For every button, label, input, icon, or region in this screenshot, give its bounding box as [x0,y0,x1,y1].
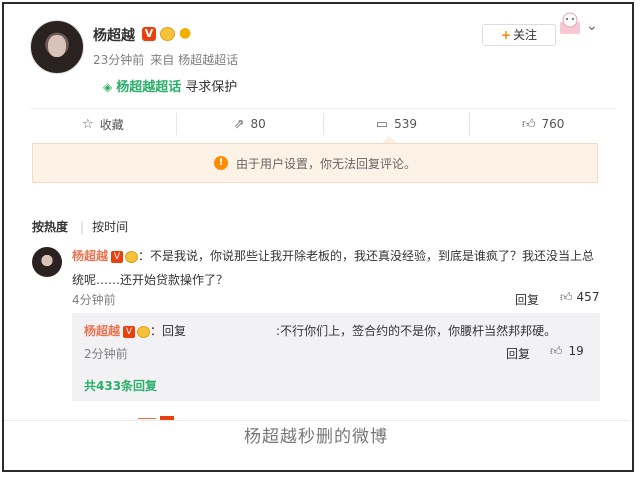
sort-time-tab[interactable]: 按时间 [92,220,128,234]
verified-v-icon: V [142,27,156,41]
thumbs-up-icon: 👍︎ [560,290,573,304]
reply-body: :不行你们上，签合约的不是你，你腰杆当然邦邦硬。 [276,324,557,338]
reply-username[interactable]: 杨超越 [84,324,120,338]
more-replies-link[interactable]: 共433条回复 [84,377,157,394]
diamond-icon: ◈ [103,80,113,94]
reply-prefix: ：回复 [150,324,187,338]
comment-body: ：不是我说，你说那些让我开除老板的，我还真没经验，到底是谁疯了？我还没当上总统呢… [72,249,595,287]
post-username[interactable]: 杨超越 [93,25,135,45]
sort-tabs: 按热度 | 按时间 [32,218,140,235]
like-button[interactable]: 👍︎ 760 [470,113,616,135]
like-count: 760 [541,117,565,131]
comment-avatar[interactable] [32,247,62,277]
nested-reply: 杨超越 V ：回复:不行你们上，签合约的不是你，你腰杆当然邦邦硬。 2分钟前 回复 … [72,313,600,401]
avatar[interactable] [30,20,84,74]
supertopic-link[interactable]: 杨超越超话 [116,80,181,95]
reply-reply-button[interactable]: 回复 [506,345,530,362]
follow-button[interactable]: + 关注 [482,24,556,46]
thumbs-up-icon: 👍︎ [550,344,563,358]
tab-caret [382,136,396,143]
divider: | [80,220,85,234]
chevron-down-icon[interactable]: ⌄ [586,18,598,34]
reply-like-button[interactable]: 👍︎ 19 [550,344,584,359]
comment-button[interactable]: ▭ 539 [324,113,471,135]
cartoon-decoration-icon [560,12,580,34]
notice-banner: ! 由于用户设置，你无法回复评论。 [32,143,598,183]
reply-time: 2分钟前 [84,347,128,361]
supertopic-line: ◈ 杨超越超话 寻求保护 [103,76,237,95]
repost-icon: ⇗ [233,116,245,132]
comment-count: 539 [394,117,417,131]
caption-divider [4,420,630,421]
reply-text: 杨超越 V ：回复 :不行你们上，签合约的不是你，你腰杆当然邦邦硬。 [84,322,556,339]
post-meta: 23分钟前 来自 杨超越超话 [93,51,238,68]
bulb-icon: ● [179,25,192,41]
thumbs-up-icon: 👍︎ [521,116,536,132]
comment-like-count: 457 [576,290,600,304]
cropped-name-fragment [138,418,156,419]
follow-label: 关注 [513,28,538,42]
star-icon: ☆ [82,116,94,132]
repost-button[interactable]: ⇗ 80 [177,113,324,135]
repost-count: 80 [250,117,266,131]
action-bar: ☆ 收藏 ⇗ 80 ▭ 539 👍︎ 760 [30,108,616,137]
plus-icon: + [500,28,512,42]
favorite-label: 收藏 [99,117,124,132]
post-text: 寻求保护 [185,80,238,95]
post-time[interactable]: 23分钟前 [93,53,144,67]
comment-time: 4分钟前 [72,293,116,307]
reply-like-count: 19 [568,344,584,358]
warning-icon: ! [213,156,228,170]
image-caption: 杨超越秒删的微博 [244,427,388,447]
favorite-button[interactable]: ☆ 收藏 [30,113,177,135]
fan-badge-icon [160,27,175,41]
post-source: 来自 杨超越超话 [150,53,239,67]
verified-v-icon: V [111,250,124,263]
verified-v-icon: V [123,325,136,338]
screenshot-frame [2,2,634,472]
comment-like-button[interactable]: 👍︎ 457 [560,290,599,305]
fan-badge-icon [125,250,139,263]
comment-reply-button[interactable]: 回复 [515,291,539,308]
comment-username[interactable]: 杨超越 [72,249,108,263]
comment-text: 杨超越 V ：不是我说，你说那些让我开除老板的，我还真没经验，到底是谁疯了？我还没当… [72,244,602,292]
notice-text: 由于用户设置，你无法回复评论。 [235,156,416,171]
comment-icon: ▭ [375,116,389,132]
fan-badge-icon [137,325,151,338]
sort-hot-tab[interactable]: 按热度 [32,220,68,234]
